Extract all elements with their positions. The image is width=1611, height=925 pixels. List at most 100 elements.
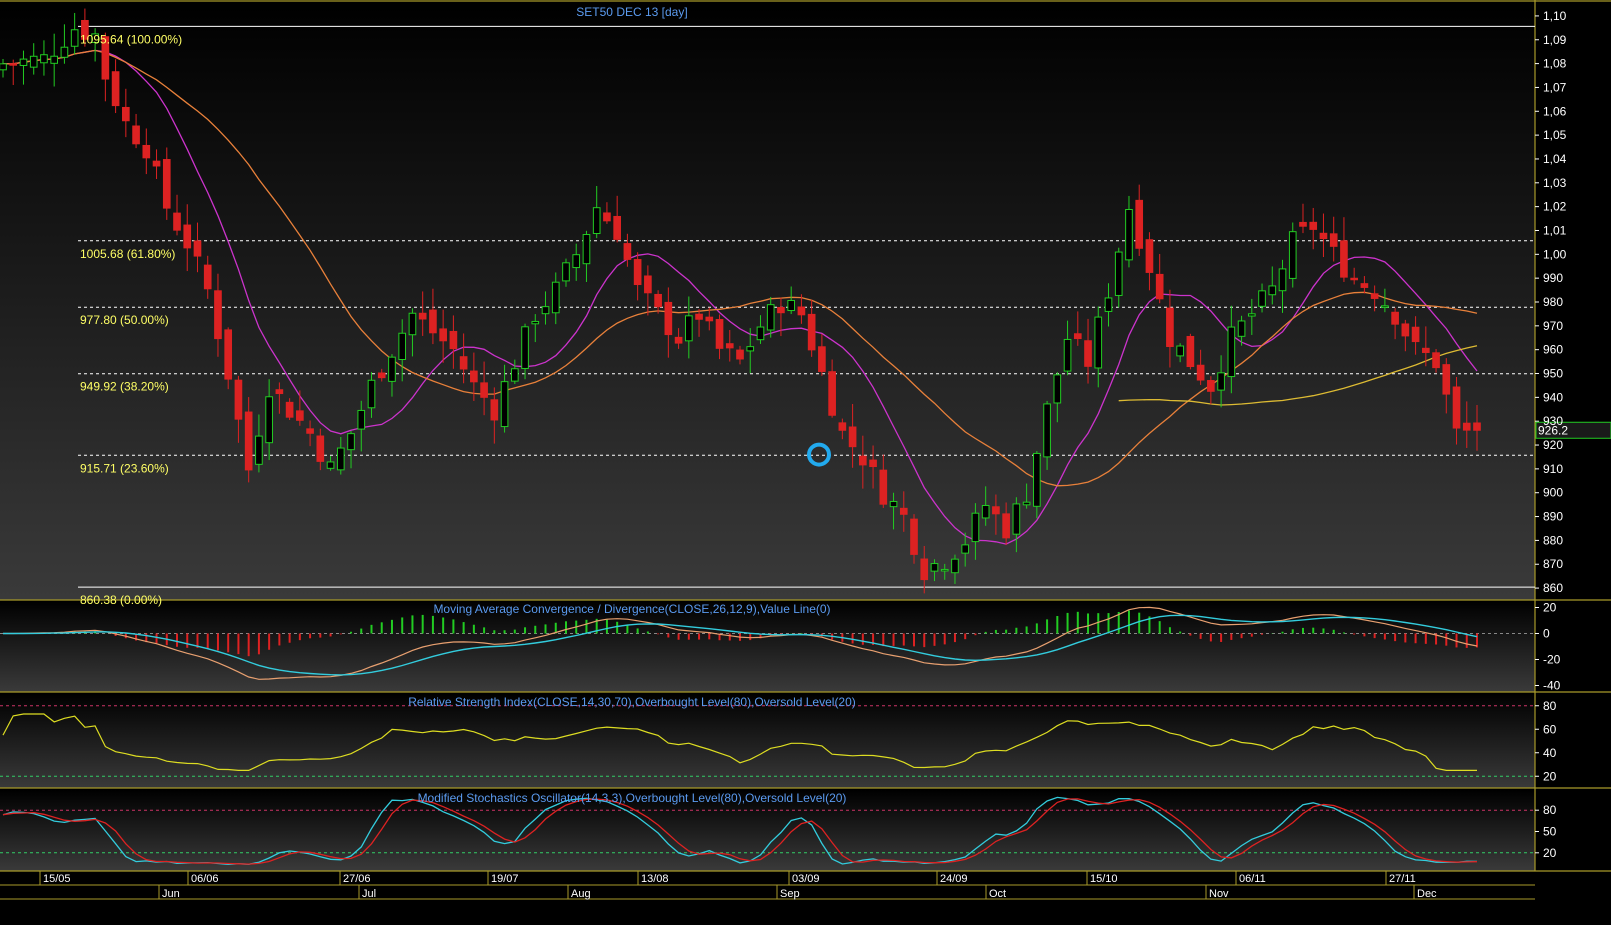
candle-body [1166,307,1174,347]
date-tick-label: 03/09 [792,873,820,885]
last-price-label: 926.2 [1538,423,1568,437]
candle-body [1176,345,1184,357]
candle-body [1462,422,1471,431]
candle-body [736,349,744,360]
candle-body [326,461,335,469]
candle-body [500,381,509,428]
y-tick-label: 860 [1543,581,1563,595]
candle-body [613,215,621,240]
sto-title: Modified Stochastics Oscillator(14,3,3),… [418,791,847,805]
sto-tick-label: 20 [1543,846,1557,860]
candle-body [1247,313,1256,317]
sto-tick-label: 50 [1543,825,1557,839]
candle-body [490,399,499,421]
candle-body [347,433,355,451]
macd-tick-label: -20 [1543,653,1561,667]
y-tick-label: 890 [1543,510,1563,524]
y-tick-label: 940 [1543,390,1563,404]
candle-body [981,504,990,519]
candle-body [1442,364,1451,395]
candle-body [828,371,836,416]
candle-body [470,370,478,383]
candle-body [1135,199,1144,249]
candle-body [1299,221,1307,227]
main-chart-title: SET50 DEC 13 [day] [576,5,687,19]
candle-body [674,336,683,344]
candle-body [992,506,1000,515]
candle-body [715,319,724,349]
y-tick-label: 970 [1543,319,1563,333]
rsi-tick-label: 80 [1543,699,1557,713]
candle-body [521,326,529,369]
candle-body [582,234,591,265]
date-tick-label: 27/11 [1389,873,1416,885]
y-tick-label: 900 [1543,486,1563,500]
candle-body [1186,335,1195,368]
candle-body [1452,386,1461,429]
candle-body [1104,297,1113,312]
date-tick-label: 15/10 [1090,873,1118,885]
candle-body [244,411,253,471]
candle-body [111,71,120,107]
y-tick-label: 910 [1543,462,1563,476]
candle-body [848,426,857,448]
candle-body [1155,273,1164,300]
candle-body [838,422,847,431]
month-tick-label: Sep [780,888,800,900]
y-tick-label: 1,02 [1543,200,1567,214]
candle-body [930,563,939,572]
candle-body [664,301,673,336]
candle-body [265,396,273,444]
candle-body [1073,333,1082,340]
date-tick-label: 27/06 [343,873,371,885]
y-tick-label: 1,03 [1543,176,1567,190]
candle-body [255,435,263,465]
candle-body [1002,513,1010,539]
fib-level-label: 1095.64 (100.00%) [80,32,182,46]
candle-body [1012,503,1021,535]
candle-body [449,330,458,350]
candle-body [531,320,540,325]
rsi-tick-label: 40 [1543,746,1557,760]
candle-body [1391,311,1399,325]
candle-body [234,379,243,420]
candle-body [193,240,202,257]
candle-body [418,312,427,320]
candle-body [1217,372,1225,391]
candle-body [797,306,806,316]
candle-body [367,379,376,409]
y-tick-label: 1,08 [1543,57,1567,71]
candle-body [1207,380,1215,392]
candle-body [316,435,325,462]
candle-body [439,328,447,342]
candle-body [654,293,662,308]
candle-body [951,558,959,574]
candle-body [644,275,652,294]
rsi-title: Relative Strength Index(CLOSE,14,30,70),… [408,695,856,709]
month-tick-label: Nov [1209,888,1229,900]
candle-body [889,501,898,508]
sto-tick-label: 80 [1543,803,1557,817]
month-tick-label: Jun [162,888,180,900]
candle-body [1411,326,1420,343]
candle-body [408,312,417,336]
candle-body [705,316,714,322]
candle-body [377,372,386,379]
candle-body [1022,501,1031,506]
y-tick-label: 1,05 [1543,128,1567,142]
y-tick-label: 1,10 [1543,9,1567,23]
candle-body [142,144,151,159]
candle-body [859,455,867,466]
candle-body [429,309,437,334]
candle-body [285,401,294,418]
panel-bg-0 [0,4,1535,600]
candle-body [777,306,785,314]
date-tick-label: 06/06 [191,873,219,885]
fib-level-label: 860.38 (0.00%) [80,593,162,607]
candle-body [0,63,7,71]
date-tick-label: 06/11 [1239,873,1266,885]
candle-body [684,315,693,342]
macd-tick-label: 0 [1543,627,1550,641]
y-tick-label: 880 [1543,533,1563,547]
candle-body [562,262,570,282]
